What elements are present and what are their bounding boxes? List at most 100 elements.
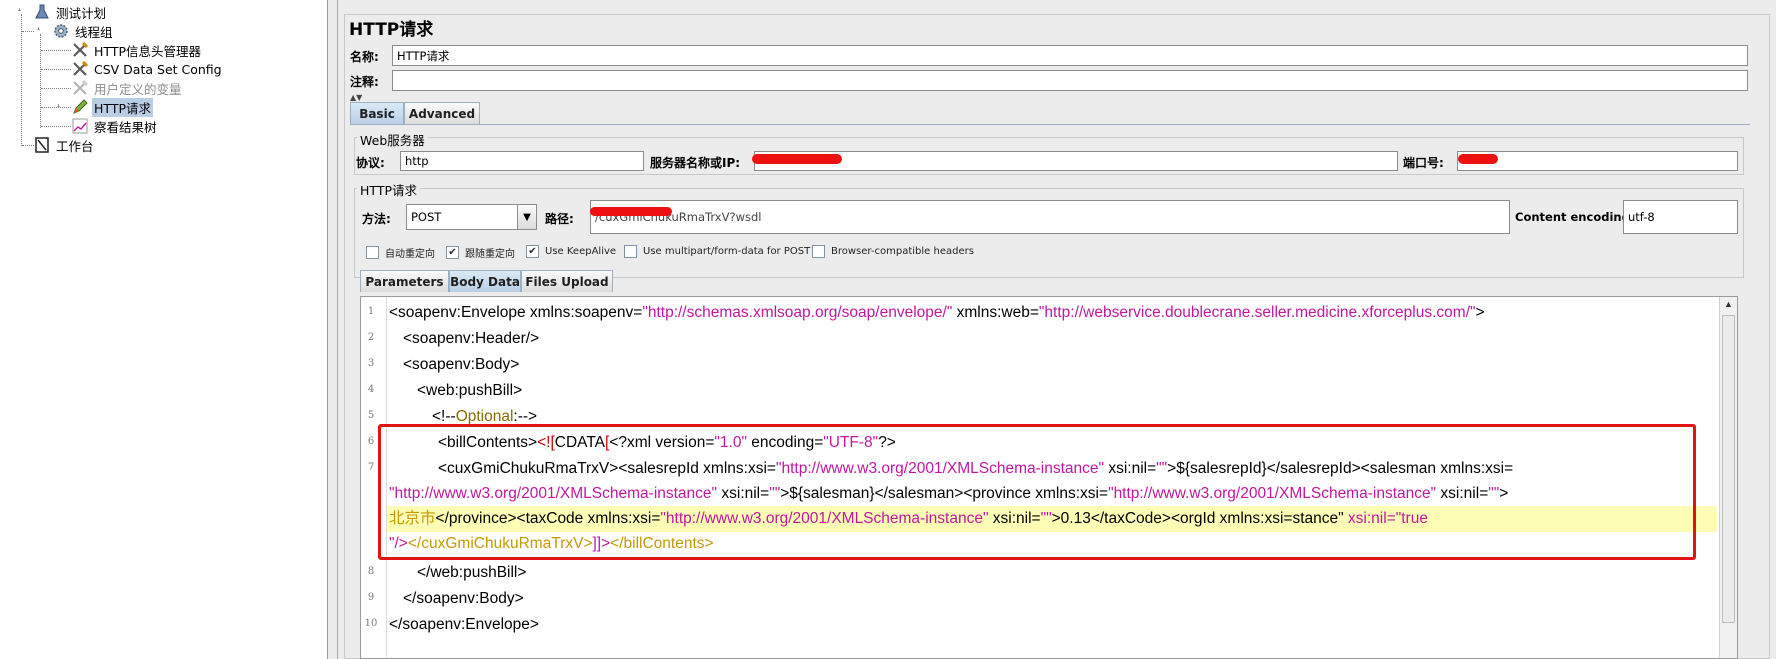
server-label: 服务器名称或IP:	[650, 156, 741, 170]
wrench-icon	[72, 80, 88, 96]
method-label: 方法:	[362, 212, 391, 226]
tree-node-result-tree[interactable]: 察看结果树	[72, 117, 159, 135]
expand-toggle-icon[interactable]: ˔	[56, 101, 61, 112]
code-string: "http://schemas.xmlsoap.org/soap/envelop…	[642, 304, 953, 321]
tab-advanced[interactable]: Advanced	[404, 102, 480, 124]
protocol-label: 协议:	[356, 156, 385, 170]
editor-scrollbar[interactable]: ▲	[1719, 297, 1737, 658]
redaction-mark	[1458, 154, 1498, 164]
encoding-field[interactable]: utf-8	[1623, 200, 1738, 234]
checkbox-keepalive[interactable]: ✔ Use KeepAlive	[526, 245, 616, 258]
tree-connector	[41, 126, 71, 127]
code-line: <soapenv:Envelope xmlns:soapenv="http://…	[389, 300, 1485, 326]
http-request-group-title: HTTP请求	[357, 180, 420, 199]
scroll-up-icon[interactable]: ▲	[1722, 299, 1735, 312]
tree-connector	[22, 145, 34, 146]
tree-node-http-request[interactable]: HTTP请求	[72, 97, 153, 117]
tree-connector	[41, 50, 71, 51]
comment-field[interactable]	[392, 70, 1748, 91]
code-line: <web:pushBill>	[417, 382, 523, 399]
tree-connector	[21, 14, 22, 146]
checkbox-label: 自动重定向	[385, 249, 435, 260]
tab-basic[interactable]: Basic	[350, 102, 404, 124]
name-field[interactable]: HTTP请求	[392, 45, 1748, 66]
tree-node-label: CSV Data Set Config	[94, 61, 222, 77]
tree-node-label: 察看结果树	[94, 119, 157, 135]
code-token: <soapenv:Envelope xmlns:soapenv=	[389, 304, 643, 321]
checkbox-box[interactable]	[812, 245, 825, 258]
workbench-icon	[34, 137, 50, 153]
line-number: 5	[367, 410, 375, 421]
tree-node-header-manager[interactable]: HTTP信息头管理器	[72, 41, 203, 59]
check-icon[interactable]: ✔	[526, 245, 539, 258]
tree-node-label: 用户定义的变量	[94, 81, 182, 97]
redaction-mark	[590, 207, 672, 216]
line-number: 2	[367, 332, 375, 343]
checkbox-browser-headers[interactable]: Browser-compatible headers	[812, 245, 974, 258]
checkbox-multipart[interactable]: Use multipart/form-data for POST	[624, 245, 810, 258]
line-number: 3	[367, 358, 375, 369]
flask-icon	[34, 4, 50, 20]
checkbox-box[interactable]	[624, 245, 637, 258]
tree-node-label: HTTP请求	[92, 97, 153, 117]
chevron-down-icon[interactable]: ▼	[517, 204, 537, 230]
tab-files-upload[interactable]: Files Upload	[521, 270, 613, 292]
path-label: 路径:	[545, 212, 574, 226]
code-token: xmlns:web=	[952, 304, 1039, 321]
checkbox-box[interactable]	[366, 246, 379, 259]
wrench-icon	[72, 61, 88, 77]
expand-toggle-icon[interactable]: ˔	[36, 24, 41, 35]
tree-connector	[22, 31, 34, 32]
code-token: :-->	[513, 408, 538, 425]
tab-parameters[interactable]: Parameters	[360, 270, 449, 292]
checkbox-auto-redirect[interactable]: 自动重定向	[366, 245, 435, 260]
annotation-highlight-box	[378, 424, 1696, 560]
tree-node-workbench[interactable]: 工作台	[34, 136, 96, 154]
code-token: <!--	[432, 408, 456, 425]
method-select[interactable]: POST	[406, 204, 521, 230]
tree-node-test-plan[interactable]: 测试计划	[34, 3, 108, 21]
server-field[interactable]	[754, 151, 1398, 171]
checkbox-label: Browser-compatible headers	[831, 246, 974, 257]
encoding-label: Content encoding:	[1515, 210, 1635, 224]
checkbox-label: Use multipart/form-data for POST	[643, 246, 811, 257]
tree-connector	[41, 88, 71, 89]
code-line: </web:pushBill>	[417, 564, 527, 581]
path-field[interactable]: /cuxGmiChukuRmaTrxV?wsdl	[590, 200, 1510, 234]
gear-icon	[53, 23, 69, 39]
line-number: 9	[367, 592, 375, 603]
tab-body-data[interactable]: Body Data	[449, 270, 521, 292]
check-icon[interactable]: ✔	[446, 246, 459, 259]
tree-node-csv-config[interactable]: CSV Data Set Config	[72, 60, 224, 78]
protocol-field[interactable]: http	[400, 151, 644, 171]
chart-icon	[72, 118, 88, 134]
tree-node-label: 线程组	[75, 24, 113, 40]
code-line: </soapenv:Envelope>	[389, 616, 539, 633]
collapse-arrows-icon[interactable]: ▲▼	[350, 93, 362, 102]
line-number: 10	[364, 618, 378, 629]
tree-node-user-variables[interactable]: 用户定义的变量	[72, 79, 184, 97]
tree-node-label: 工作台	[56, 138, 94, 154]
tree-node-label: HTTP信息头管理器	[94, 43, 201, 59]
code-line: </soapenv:Body>	[403, 590, 524, 607]
port-label: 端口号:	[1403, 156, 1444, 170]
panel-title: HTTP请求	[349, 20, 434, 40]
scroll-thumb[interactable]	[1722, 315, 1735, 623]
port-field[interactable]	[1457, 151, 1738, 171]
wrench-icon	[72, 42, 88, 58]
comment-label: 注释:	[350, 75, 379, 89]
tree-connector	[41, 69, 71, 70]
tree-node-label: 测试计划	[56, 5, 107, 21]
line-number: 1	[367, 306, 375, 317]
splitter[interactable]	[328, 0, 338, 659]
code-comment: Optional	[455, 408, 514, 425]
pen-icon	[72, 99, 88, 115]
code-token: >	[1475, 304, 1485, 321]
line-number: 8	[367, 566, 375, 577]
checkbox-follow-redirects[interactable]: ✔ 跟随重定向	[446, 245, 515, 260]
code-string: "http://webservice.doublecrane.seller.me…	[1038, 304, 1476, 321]
expand-toggle-icon[interactable]: ˔	[17, 5, 22, 16]
tree-node-thread-group[interactable]: 线程组	[53, 22, 115, 40]
checkbox-label: Use KeepAlive	[545, 246, 617, 257]
checkbox-label: 跟随重定向	[465, 249, 515, 260]
